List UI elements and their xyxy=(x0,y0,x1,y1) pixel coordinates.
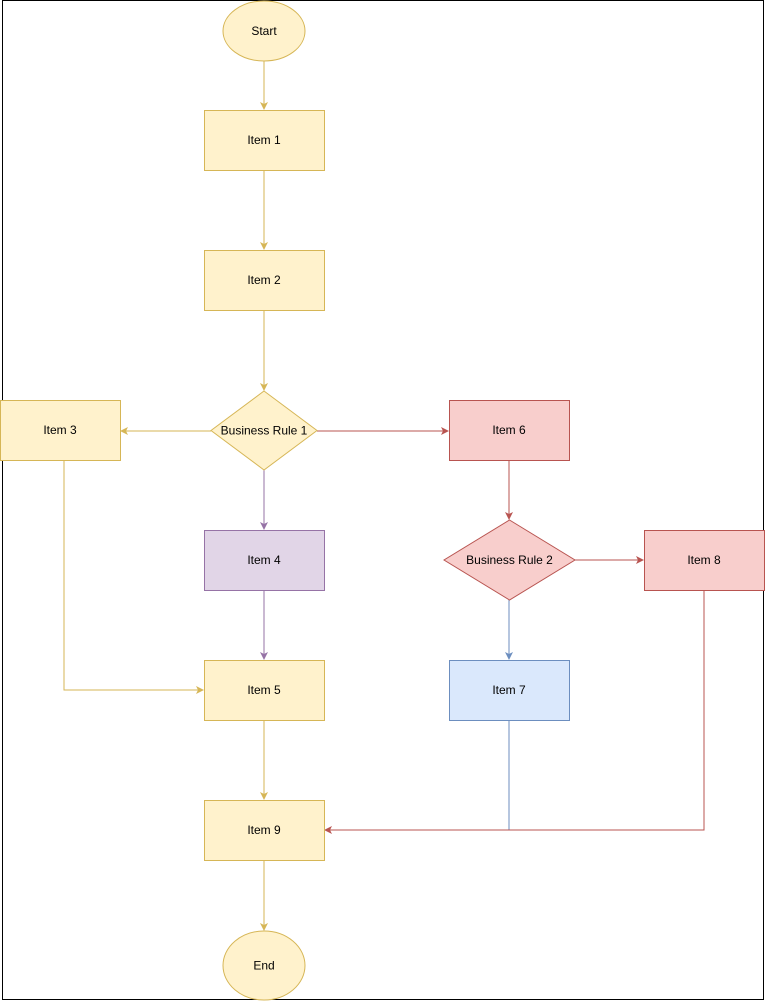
node-label: Start xyxy=(251,24,277,38)
node-label: Item 5 xyxy=(247,683,281,697)
node-item6[interactable]: Item 6 xyxy=(449,400,570,461)
node-item2[interactable]: Item 2 xyxy=(204,250,325,311)
node-label: Item 1 xyxy=(247,133,281,147)
node-label: Item 4 xyxy=(247,553,281,567)
node-label: End xyxy=(253,959,274,973)
node-item8[interactable]: Item 8 xyxy=(644,530,765,591)
node-label: Business Rule 1 xyxy=(221,424,308,438)
node-end[interactable]: End xyxy=(222,930,306,1001)
node-start[interactable]: Start xyxy=(222,0,306,62)
flowchart-canvas: Start Item 1 Item 2 Business Rule 1 Item 3 It… xyxy=(0,0,765,1001)
node-item3[interactable]: Item 3 xyxy=(0,400,121,461)
node-label: Item 2 xyxy=(247,273,281,287)
node-item4[interactable]: Item 4 xyxy=(204,530,325,591)
node-item5[interactable]: Item 5 xyxy=(204,660,325,721)
node-item9[interactable]: Item 9 xyxy=(204,800,325,861)
node-label: Item 6 xyxy=(492,423,526,437)
node-label: Item 8 xyxy=(687,553,721,567)
node-label: Item 7 xyxy=(492,683,526,697)
node-label: Business Rule 2 xyxy=(466,553,553,567)
node-br2[interactable]: Business Rule 2 xyxy=(443,519,576,601)
node-item7[interactable]: Item 7 xyxy=(449,660,570,721)
node-label: Item 9 xyxy=(247,823,281,837)
connector-item3-to-item5 xyxy=(63,460,204,694)
node-item1[interactable]: Item 1 xyxy=(204,110,325,171)
node-br1[interactable]: Business Rule 1 xyxy=(210,390,318,471)
node-label: Item 3 xyxy=(43,423,77,437)
